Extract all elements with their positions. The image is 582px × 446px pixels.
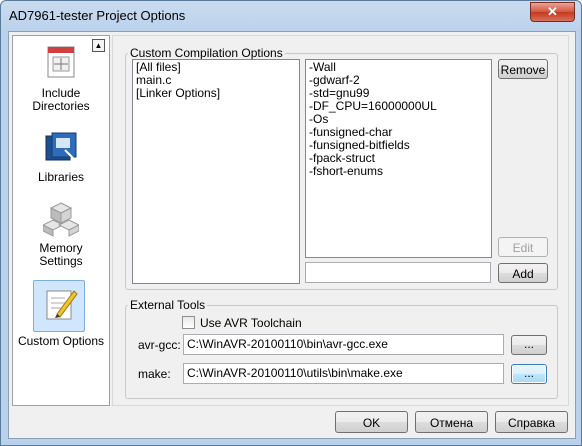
libraries-icon xyxy=(45,132,77,161)
sidebar-label-line: Directories xyxy=(32,99,90,113)
title-bar: AD7961-tester Project Options ✕ xyxy=(1,1,581,31)
sidebar-label-line: Settings xyxy=(39,254,83,268)
sidebar-item-include-directories[interactable]: Include Directories xyxy=(13,44,109,119)
custom-options-icon xyxy=(46,290,78,320)
add-button[interactable]: Add xyxy=(498,263,548,283)
avr-gcc-browse-button[interactable]: ... xyxy=(511,335,547,355)
custom-options-panel: Custom Compilation Options [All files] m… xyxy=(112,35,569,406)
memory-settings-icon xyxy=(43,202,79,237)
ok-button[interactable]: OK xyxy=(335,411,408,433)
use-avr-toolchain-label: Use AVR Toolchain xyxy=(200,316,302,330)
options-sidebar: ▲ Include Directories Libraries Memory S… xyxy=(12,35,110,406)
sidebar-item-label: Memory Settings xyxy=(13,242,109,268)
remove-button[interactable]: Remove xyxy=(498,59,548,79)
sidebar-item-label: Libraries xyxy=(37,170,85,184)
close-button[interactable]: ✕ xyxy=(530,2,575,22)
cancel-button[interactable]: Отмена xyxy=(415,411,488,433)
avr-gcc-path-field[interactable]: C:\WinAVR-20100110\bin\avr-gcc.exe xyxy=(183,334,504,355)
use-avr-toolchain-checkbox[interactable] xyxy=(182,316,195,329)
window-title: AD7961-tester Project Options xyxy=(9,8,186,23)
list-item[interactable]: -DF_CPU=16000000UL xyxy=(306,100,491,113)
sidebar-item-label: Include Directories xyxy=(13,87,109,113)
make-browse-button[interactable]: ... xyxy=(511,364,547,384)
project-options-window: AD7961-tester Project Options ✕ ▲ Includ… xyxy=(0,0,582,446)
external-tools-legend: External Tools xyxy=(130,298,206,312)
make-label: make: xyxy=(138,367,171,381)
list-item[interactable]: [Linker Options] xyxy=(133,87,299,100)
options-list[interactable]: -Wall -gdwarf-2 -std=gnu99 -DF_CPU=16000… xyxy=(305,59,492,258)
include-directories-icon xyxy=(47,46,75,78)
sidebar-item-memory-settings[interactable]: Memory Settings xyxy=(13,201,109,273)
help-button[interactable]: Справка xyxy=(495,411,568,433)
dialog-button-bar: OK Отмена Справка xyxy=(9,406,575,438)
edit-button[interactable]: Edit xyxy=(498,237,548,257)
list-item[interactable]: -fshort-enums xyxy=(306,165,491,178)
close-icon: ✕ xyxy=(547,4,558,19)
sidebar-item-label: Custom Options xyxy=(17,334,105,348)
make-path-field[interactable]: C:\WinAVR-20100110\utils\bin\make.exe xyxy=(183,363,504,384)
sidebar-item-custom-options[interactable]: Custom Options xyxy=(13,280,109,348)
files-list[interactable]: [All files] main.c [Linker Options] xyxy=(132,59,300,284)
new-option-input[interactable] xyxy=(305,262,491,283)
custom-compilation-legend: Custom Compilation Options xyxy=(130,46,283,60)
avr-gcc-label: avr-gcc: xyxy=(138,338,181,352)
dialog-client: ▲ Include Directories Libraries Memory S… xyxy=(8,31,576,439)
sidebar-item-libraries[interactable]: Libraries xyxy=(13,130,109,190)
